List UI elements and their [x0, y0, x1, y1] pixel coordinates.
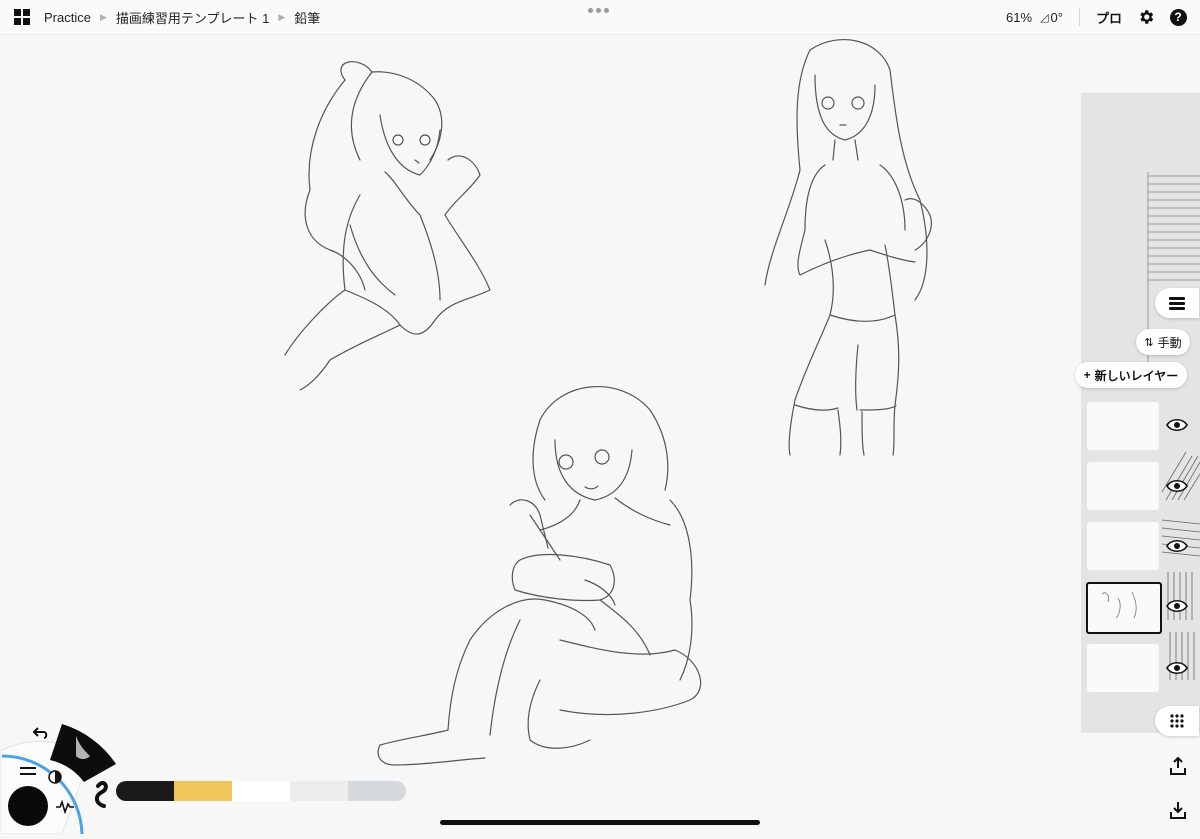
- pro-button[interactable]: プロ: [1096, 8, 1122, 27]
- chevron-right-icon: ▶: [278, 11, 286, 22]
- new-layer-label: 新しいレイヤー: [1094, 368, 1179, 383]
- eye-icon[interactable]: [1166, 661, 1188, 675]
- sort-label: 手動: [1157, 335, 1182, 350]
- more-dots-icon[interactable]: [588, 8, 609, 13]
- top-bar: Practice ▶ 描画練習用テンプレート 1 ▶ 鉛筆 61% ◿ 0° プ…: [0, 0, 1200, 35]
- sort-icon: ⇅: [1144, 336, 1154, 349]
- divider: [1078, 8, 1080, 26]
- grid-menu-button[interactable]: [1155, 706, 1199, 736]
- wave-icon[interactable]: [56, 800, 74, 814]
- rotate-icon: ◿: [1040, 11, 1049, 24]
- sketch-drawings: [284, 39, 932, 766]
- menu-icon[interactable]: [20, 766, 36, 776]
- layer-thumbnail[interactable]: [1087, 644, 1159, 692]
- layers-stack-icon: [1169, 297, 1185, 310]
- plus-icon: +: [1083, 368, 1091, 382]
- layers-toggle-button[interactable]: [1155, 288, 1199, 318]
- undo-icon[interactable]: [32, 726, 48, 740]
- export-icon[interactable]: [1168, 756, 1188, 776]
- layer-thumbnail[interactable]: [1087, 462, 1159, 510]
- color-swatch-gray[interactable]: [348, 781, 406, 801]
- squiggle-icon[interactable]: [92, 780, 110, 810]
- eye-icon[interactable]: [1166, 539, 1188, 553]
- layer-thumbnail-active[interactable]: [1086, 582, 1162, 634]
- help-icon[interactable]: ?: [1168, 7, 1188, 27]
- eye-icon[interactable]: [1166, 599, 1188, 613]
- brush-size-dot[interactable]: [8, 786, 48, 826]
- new-layer-button[interactable]: + 新しいレイヤー: [1075, 362, 1187, 388]
- breadcrumb: Practice ▶ 描画練習用テンプレート 1 ▶ 鉛筆: [14, 0, 320, 34]
- contrast-icon[interactable]: [48, 770, 62, 784]
- layer-thumbnail[interactable]: [1087, 522, 1159, 570]
- eye-icon[interactable]: [1166, 418, 1188, 432]
- grid-icon[interactable]: [14, 9, 30, 25]
- color-swatch-yellow[interactable]: [174, 781, 232, 801]
- gear-icon[interactable]: [1136, 7, 1156, 27]
- layer-preview: [1101, 591, 1137, 619]
- breadcrumb-item-template[interactable]: 描画練習用テンプレート 1: [116, 8, 269, 27]
- color-swatch-white[interactable]: [232, 781, 290, 801]
- color-swatch-light-gray[interactable]: [290, 781, 348, 801]
- layer-thumbnail[interactable]: [1087, 402, 1159, 450]
- eye-icon[interactable]: [1166, 479, 1188, 493]
- grid-dots-icon: [1170, 714, 1184, 728]
- import-icon[interactable]: [1168, 800, 1188, 820]
- home-indicator[interactable]: [440, 820, 760, 825]
- sort-button[interactable]: ⇅ 手動: [1136, 329, 1190, 355]
- color-swatch-black[interactable]: [116, 781, 174, 801]
- color-palette: [116, 781, 406, 801]
- rotation-level[interactable]: 0°: [1051, 10, 1063, 25]
- drawing-canvas[interactable]: [0, 35, 1200, 834]
- breadcrumb-item-brush[interactable]: 鉛筆: [294, 8, 320, 27]
- breadcrumb-item-project[interactable]: Practice: [44, 10, 91, 25]
- zoom-level[interactable]: 61%: [1006, 10, 1032, 25]
- status-area: 61% ◿ 0° プロ ?: [1006, 0, 1200, 34]
- chevron-right-icon: ▶: [99, 11, 107, 22]
